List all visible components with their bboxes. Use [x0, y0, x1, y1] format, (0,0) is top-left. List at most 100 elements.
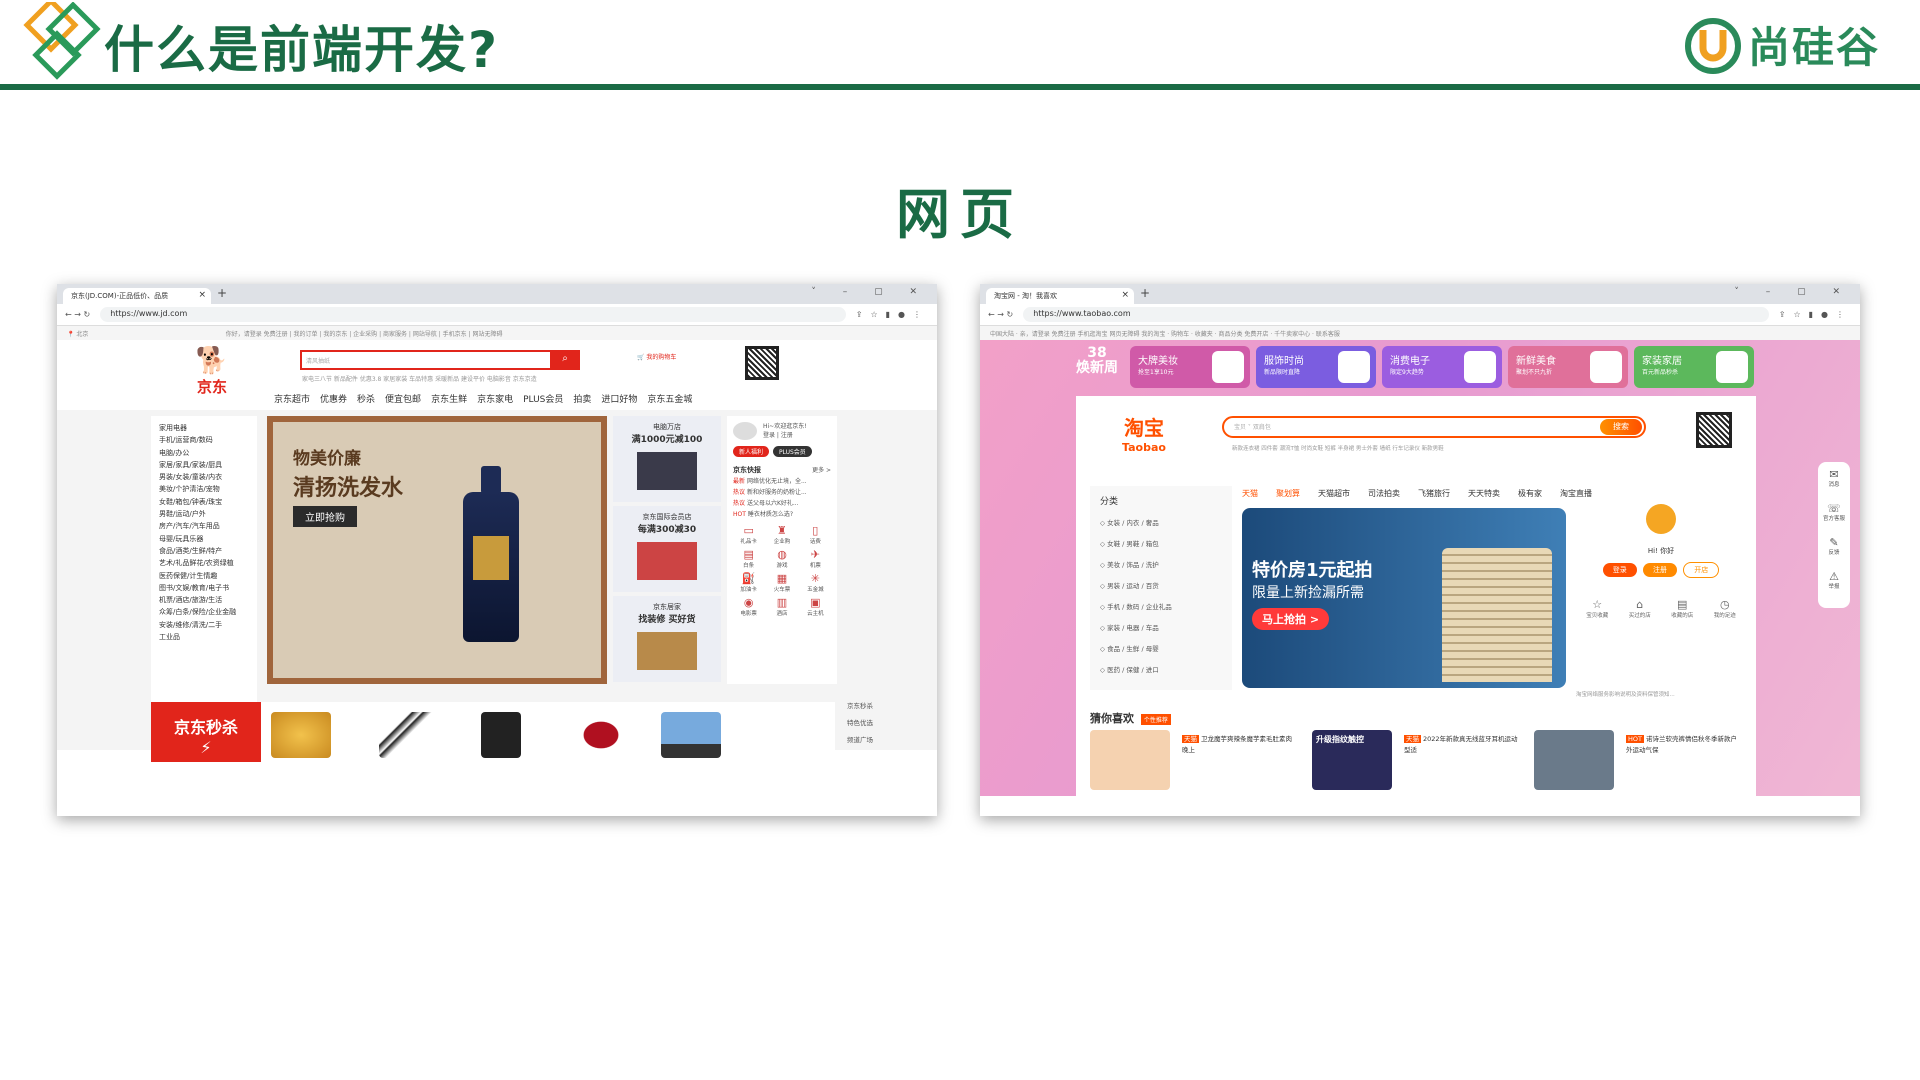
service-item[interactable]: ◉ 电影票	[733, 596, 764, 617]
category-item[interactable]: ◇ 美妆 / 饰品 / 洗护	[1100, 555, 1222, 576]
quick-link[interactable]: ☆ 宝贝收藏	[1586, 598, 1608, 619]
taobao-top-util-bar[interactable]: 中国大陆 · 亲，请登录 免费注册 手机逛淘宝 网页无障碍 我的淘宝 · 购物车…	[980, 326, 1860, 340]
open-shop-button[interactable]: 开店	[1683, 562, 1720, 578]
taobao-logo[interactable]: 淘宝 Taobao	[1122, 412, 1166, 454]
browser-action-icons[interactable]: ⇪☆▮●⋮	[856, 310, 929, 319]
service-item[interactable]: ▥ 酒店	[766, 596, 797, 617]
jd-nav-item[interactable]: 便宜包邮	[385, 392, 421, 405]
browser-tab[interactable]: 淘宝网 - 淘！我喜欢 ×	[986, 288, 1134, 304]
news-more-link[interactable]: 更多 >	[812, 465, 831, 476]
news-item[interactable]: 最新 网络优化无止境，全...	[733, 476, 831, 487]
category-item[interactable]: ◇ 女装 / 内衣 / 奢品	[1100, 513, 1222, 534]
category-item[interactable]: ◇ 家装 / 电器 / 车品	[1100, 618, 1222, 639]
jd-location[interactable]: 北京	[76, 331, 88, 338]
service-item[interactable]: ▦ 火车票	[766, 572, 797, 593]
url-field[interactable]: https://www.jd.com	[100, 307, 846, 322]
jd-nav-item[interactable]: PLUS会员	[523, 392, 563, 405]
category-item[interactable]: ◇ 食品 / 生鲜 / 母婴	[1100, 639, 1222, 660]
jd-promo-card[interactable]: 京东国际会员店 每满300减30	[613, 506, 721, 592]
close-tab-icon[interactable]: ×	[198, 290, 206, 300]
recommend-item[interactable]: 天猫 卫龙魔芋爽辣条魔芋素毛肚素肉晚上	[1090, 730, 1304, 790]
product-image[interactable]	[481, 712, 521, 758]
channel-tab[interactable]: 天猫	[1242, 488, 1258, 499]
taobao-promo-card[interactable]: 新鲜美食 聚划不只九折	[1508, 346, 1628, 388]
banner-cta-button[interactable]: 立即抢购	[293, 506, 357, 527]
jd-right-nav-item[interactable]: 京东秒杀	[847, 702, 873, 711]
jd-nav-item[interactable]: 秒杀	[357, 392, 375, 405]
jd-category-item[interactable]: 女鞋/箱包/钟表/珠宝	[159, 496, 249, 508]
jd-nav-item[interactable]: 京东超市	[274, 392, 310, 405]
jd-hot-words[interactable]: 家电三八节 新品配件 优惠3.8 家居家装 车品特惠 采暖新品 建设平价 电脑影…	[302, 374, 537, 383]
category-item[interactable]: ◇ 女鞋 / 男鞋 / 箱包	[1100, 534, 1222, 555]
taobao-main-banner[interactable]: 特价房1元起拍 限量上新捡漏所需 马上抢拍 >	[1242, 508, 1566, 688]
jd-category-item[interactable]: 众筹/白条/保险/企业金融	[159, 606, 249, 618]
channel-tab[interactable]: 天天特卖	[1468, 488, 1500, 499]
jd-main-banner[interactable]: 物美价廉 清扬洗发水 立即抢购	[267, 416, 607, 684]
search-button[interactable]: 搜索	[1600, 419, 1642, 435]
jd-category-item[interactable]: 手机/运营商/数码	[159, 434, 249, 446]
quick-link[interactable]: ◷ 我的足迹	[1714, 598, 1736, 619]
jd-nav-item[interactable]: 拍卖	[573, 392, 591, 405]
side-tool[interactable]: ✉ 消息	[1818, 469, 1850, 490]
nav-buttons[interactable]: ← → ↻	[65, 310, 90, 319]
jd-nav-item[interactable]: 京东五金城	[647, 392, 692, 405]
window-controls[interactable]: ˅ – ▢ ✕	[1734, 287, 1852, 297]
jd-nav-item[interactable]: 京东家电	[477, 392, 513, 405]
news-item[interactable]: 热议 送父母以六K好礼...	[733, 498, 831, 509]
product-image[interactable]	[571, 712, 631, 758]
register-button[interactable]: 注册	[1643, 563, 1677, 577]
product-image[interactable]	[271, 712, 331, 758]
jd-category-item[interactable]: 工业品	[159, 631, 249, 643]
close-tab-icon[interactable]: ×	[1121, 290, 1129, 300]
taobao-promo-card[interactable]: 家装家居 百元新品秒杀	[1634, 346, 1754, 388]
plus-pill[interactable]: PLUS会员	[772, 446, 812, 457]
service-item[interactable]: ⛽ 加油卡	[733, 572, 764, 593]
jd-category-item[interactable]: 房产/汽车/汽车用品	[159, 520, 249, 532]
notice-text[interactable]: 淘宝网络服务影响说明及资料保管须知...	[1576, 690, 1746, 698]
jd-search-input[interactable]: 清风抽纸 ⌕	[300, 350, 580, 370]
channel-tab[interactable]: 极有家	[1518, 488, 1542, 499]
jd-nav-item[interactable]: 京东生鲜	[431, 392, 467, 405]
jd-category-item[interactable]: 医药保健/计生情趣	[159, 570, 249, 582]
login-link[interactable]: 登录 | 注册	[763, 432, 793, 439]
product-image[interactable]	[661, 712, 721, 758]
new-user-pill[interactable]: 新人福利	[733, 446, 770, 457]
jd-category-item[interactable]: 男鞋/运动/户外	[159, 508, 249, 520]
recommend-item[interactable]: 升级指纹触控 天猫 2022年新款真无线蓝牙耳机运动型适	[1312, 730, 1526, 790]
service-item[interactable]: ▣ 云主机	[800, 596, 831, 617]
taobao-search-input[interactable]: 宝贝 ˅ 双肩包 搜索	[1222, 416, 1646, 438]
quick-link[interactable]: ▤ 收藏的店	[1671, 598, 1693, 619]
category-item[interactable]: ◇ 男装 / 运动 / 百货	[1100, 576, 1222, 597]
jd-promo-card[interactable]: 京东居家 找装修 买好货	[613, 596, 721, 682]
jd-category-item[interactable]: 图书/文娱/教育/电子书	[159, 582, 249, 594]
taobao-promo-card[interactable]: 服饰时尚 新品限时直降	[1256, 346, 1376, 388]
login-button[interactable]: 登录	[1602, 563, 1637, 577]
channel-tab[interactable]: 天猫超市	[1318, 488, 1350, 499]
jd-category-item[interactable]: 母婴/玩具乐器	[159, 533, 249, 545]
side-tool[interactable]: ☏ 官方客服	[1818, 503, 1850, 524]
channel-tab[interactable]: 司法拍卖	[1368, 488, 1400, 499]
service-item[interactable]: ▯ 话费	[800, 524, 831, 545]
channel-tab[interactable]: 飞猪旅行	[1418, 488, 1450, 499]
jd-logo[interactable]: 🐕 京东	[177, 346, 247, 397]
news-item[interactable]: HOT 睡衣材质怎么选?	[733, 509, 831, 520]
service-item[interactable]: ▤ 白条	[733, 548, 764, 569]
new-tab-icon[interactable]: +	[217, 286, 227, 300]
location-pin-icon[interactable]: 📍	[67, 331, 74, 338]
jd-category-item[interactable]: 家用电器	[159, 422, 249, 434]
jd-category-item[interactable]: 食品/酒类/生鲜/特产	[159, 545, 249, 557]
news-item[interactable]: 热议 新和好服务的奶粉让...	[733, 487, 831, 498]
side-tool[interactable]: ✎ 反馈	[1818, 537, 1850, 558]
category-item[interactable]: ◇ 手机 / 数码 / 企业礼品	[1100, 597, 1222, 618]
service-item[interactable]: ✈ 机票	[800, 548, 831, 569]
recommend-item[interactable]: HOT 诺诗兰软壳裤情侣秋冬季新款户外运动气保	[1534, 730, 1748, 790]
taobao-promo-card[interactable]: 消费电子 限定9大趋势	[1382, 346, 1502, 388]
search-icon[interactable]: ⌕	[550, 350, 580, 370]
browser-tab[interactable]: 京东(JD.COM)-正品低价、品质 ×	[63, 288, 211, 304]
service-item[interactable]: ♜ 企业购	[766, 524, 797, 545]
side-tool[interactable]: ⚠ 举报	[1818, 571, 1850, 592]
window-controls[interactable]: ˅ – ▢ ✕	[811, 287, 929, 297]
jd-promo-card[interactable]: 电脑万店 满1000元减100	[613, 416, 721, 502]
banner-cta-button[interactable]: 马上抢拍 >	[1252, 608, 1330, 630]
jd-cart-button[interactable]: 🛒 我的购物车	[637, 352, 676, 361]
